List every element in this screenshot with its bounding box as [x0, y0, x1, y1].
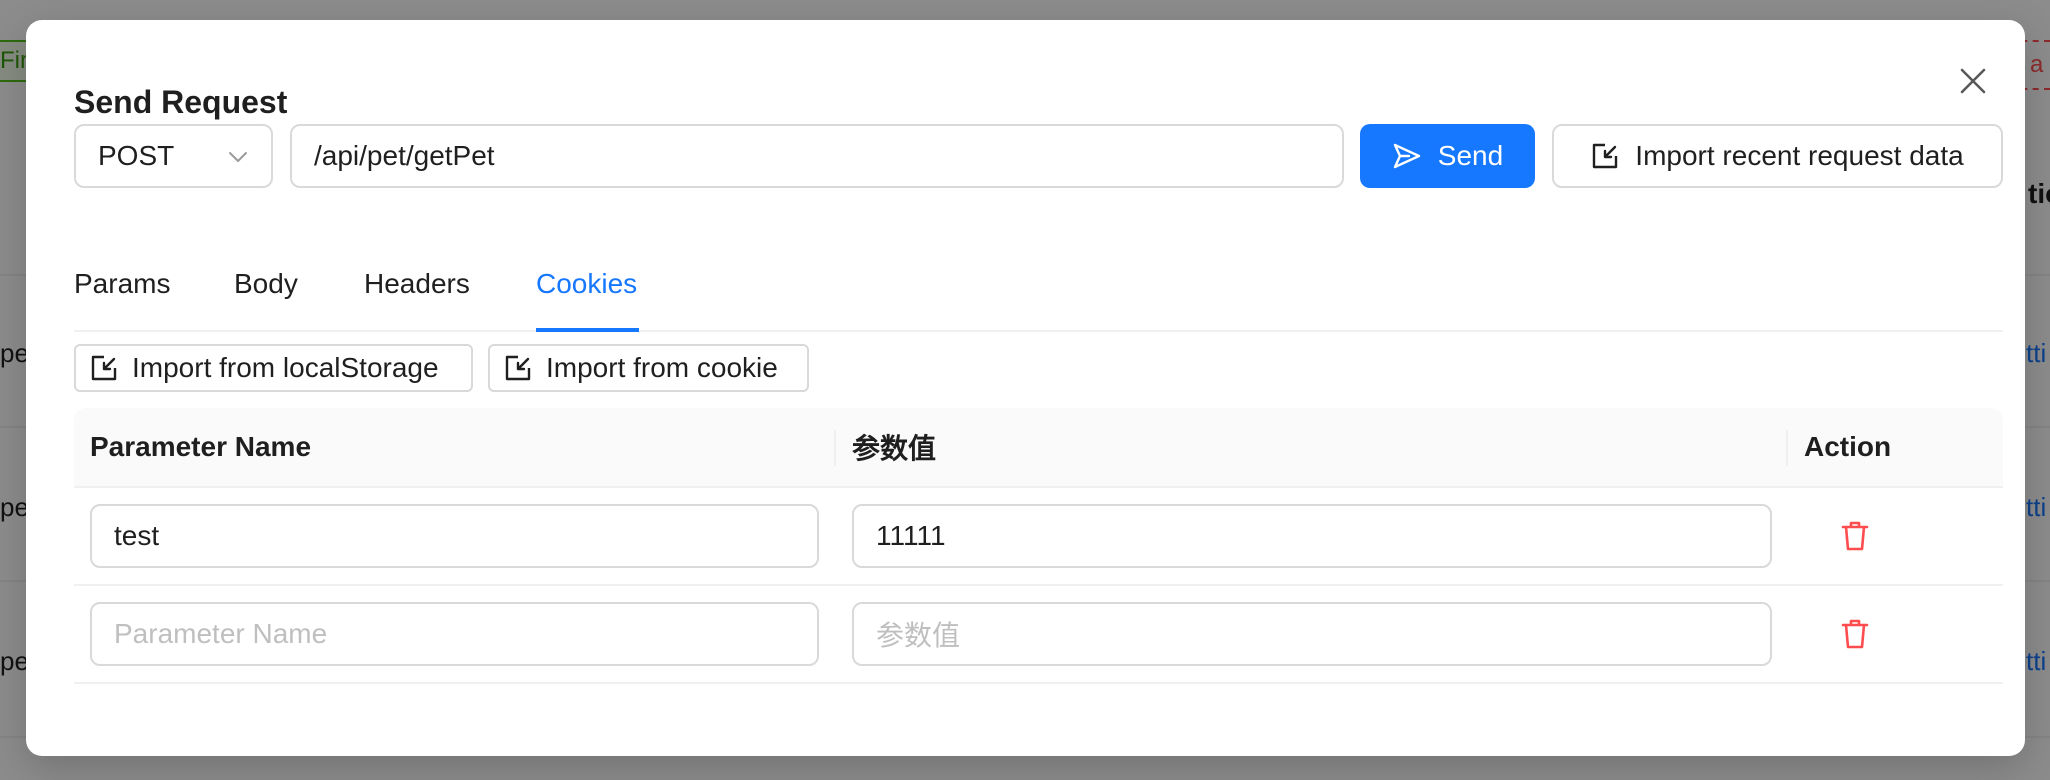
active-tab-indicator [536, 328, 639, 332]
table-header: Parameter Name 参数值 Action [74, 408, 2003, 488]
tab-body[interactable]: Body [234, 268, 298, 300]
url-input[interactable]: /api/pet/getPet [290, 124, 1344, 188]
close-button[interactable] [1950, 58, 1996, 104]
column-header-parameter-value: 参数值 [852, 433, 937, 464]
send-button[interactable]: Send [1360, 124, 1535, 188]
import-icon [1593, 143, 1618, 169]
method-select[interactable]: POST [74, 124, 273, 188]
delete-row-button[interactable] [1837, 518, 1873, 554]
import-icon [505, 355, 531, 381]
import-from-cookie-button[interactable]: Import from cookie [488, 344, 809, 392]
parameter-value-input[interactable]: 参数值 [852, 602, 1772, 666]
import-from-localstorage-button[interactable]: Import from localStorage [74, 344, 473, 392]
send-icon [1393, 143, 1420, 169]
tab-headers[interactable]: Headers [364, 268, 470, 300]
send-label: Send [1437, 140, 1504, 171]
tab-params[interactable]: Params [74, 268, 170, 300]
table-row: Parameter Name 参数值 [74, 586, 2003, 684]
close-icon [1960, 68, 1986, 94]
trash-icon [1841, 521, 1869, 551]
parameter-name-input[interactable]: test [90, 504, 819, 568]
cookies-table: Parameter Name 参数值 Action test 11111 Par… [74, 408, 2003, 684]
trash-icon [1841, 619, 1869, 649]
import-icon [91, 355, 117, 381]
tab-cookies[interactable]: Cookies [536, 268, 637, 300]
import-from-localstorage-label: Import from localStorage [132, 352, 439, 383]
parameter-name-input[interactable]: Parameter Name [90, 602, 819, 666]
column-header-action: Action [1804, 431, 1892, 462]
parameter-value-input[interactable]: 11111 [852, 504, 1772, 568]
request-tabs: Params Body Headers Cookies [74, 244, 2003, 332]
import-recent-request-button[interactable]: Import recent request data [1552, 124, 2003, 188]
method-value: POST [98, 140, 175, 171]
column-header-parameter-name: Parameter Name [90, 431, 312, 462]
modal-title: Send Request [74, 84, 288, 120]
table-row: test 11111 [74, 488, 2003, 586]
import-from-cookie-label: Import from cookie [546, 352, 778, 383]
import-recent-label: Import recent request data [1635, 140, 1964, 171]
delete-row-button[interactable] [1837, 616, 1873, 652]
chevron-down-icon [229, 152, 247, 162]
send-request-modal: Send Request POST /api/pet/getPet Send I… [26, 20, 2025, 756]
